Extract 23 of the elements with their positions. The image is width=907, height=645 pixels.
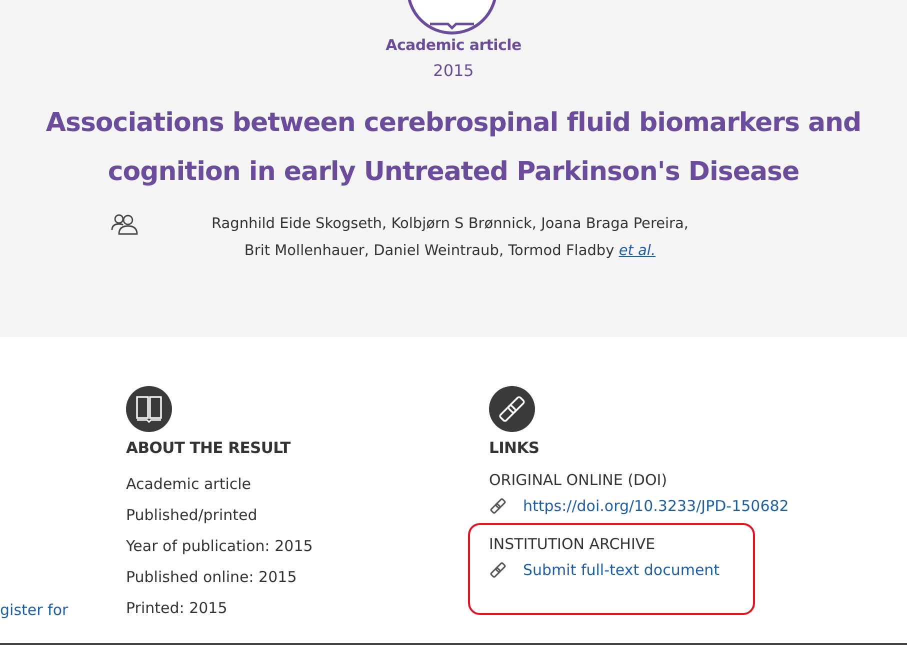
people-icon (111, 213, 139, 235)
article-title: Associations between cerebrospinal fluid biomarkers and cognition in early Untreated Parkinson's Disease (44, 107, 862, 189)
result-detail: Year of publication: 2015 (126, 536, 313, 557)
link-group-label: ORIGINAL ONLINE (DOI) (489, 470, 668, 491)
result-detail: Published/printed (126, 505, 258, 526)
register-link[interactable]: gister for (0, 601, 68, 619)
publication-year: 2015 (433, 61, 474, 80)
section-heading: LINKS (489, 439, 540, 457)
section-heading: ABOUT THE RESULT (126, 439, 292, 457)
chain-link-icon (489, 386, 535, 432)
link-group-label: INSTITUTION ARCHIVE (489, 534, 656, 555)
result-detail: Printed: 2015 (126, 598, 228, 619)
publication-type: Academic article (386, 36, 522, 54)
author-list: Brit Mollenhauer, Daniel Weintraub, Tormod Fladby (244, 243, 614, 259)
result-detail: Published online: 2015 (126, 567, 298, 588)
more-authors-link[interactable]: et al. (618, 243, 656, 259)
result-detail: Academic article (126, 474, 252, 495)
chain-link-icon (489, 497, 507, 515)
book-icon (126, 386, 172, 432)
external-link[interactable]: https://doi.org/10.3233/JPD-150682 (523, 495, 789, 517)
chain-link-icon (489, 561, 507, 579)
external-link[interactable]: Submit full-text document (523, 559, 720, 581)
author-list: Ragnhild Eide Skogseth, Kolbjørn S Brønnick, Joana Braga Pereira, (149, 211, 751, 238)
